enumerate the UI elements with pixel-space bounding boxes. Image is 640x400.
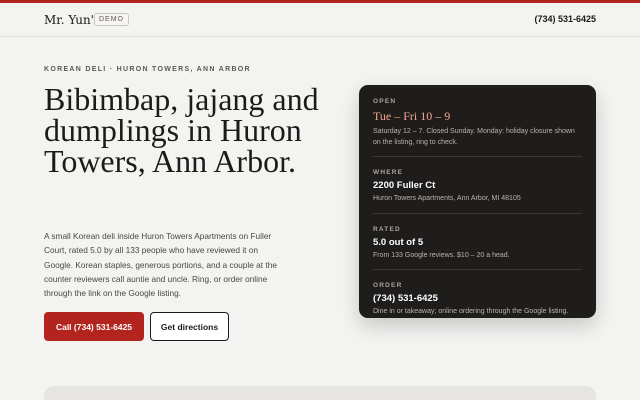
info-order-label: ORDER [373,282,403,289]
site-header: Mr. Yun's DEMO (734) 531-6425 [0,3,640,37]
call-button[interactable]: Call (734) 531-6425 [44,312,144,341]
hero-description: A small Korean deli inside Huron Towers … [44,231,277,299]
info-open-label: OPEN [373,98,397,105]
info-open-note: Saturday 12 – 7. Closed Sunday. Monday: … [373,128,575,146]
info-order-phone: (734) 531-6425 [373,293,438,304]
info-rated-value: 5.0 out of 5 [373,236,424,248]
info-rated-note: From 133 Google reviews. $10 – 20 a head… [373,251,510,259]
info-order-note: Dine in or takeaway; online ordering thr… [373,308,569,315]
demo-badge: DEMO [94,13,129,26]
info-rated-section: RATED 5.0 out of 5 From 133 Google revie… [373,214,582,270]
hero-eyebrow: KOREAN DELI · HURON TOWERS, ANN ARBOR [44,66,251,73]
next-section-panel [44,386,596,400]
info-card: OPEN Tue – Fri 10 – 9 Saturday 12 – 7. C… [359,85,596,318]
info-where-section: WHERE 2200 Fuller Ct Huron Towers Apartm… [373,157,582,214]
page-title: Bibimbap, jajang and dumplings in Huron … [44,81,319,179]
header-phone-link[interactable]: (734) 531-6425 [534,14,596,24]
brand-logo-link[interactable]: Mr. Yun's [44,13,100,27]
info-rated-label: RATED [373,225,401,233]
info-open-hours: Tue – Fri 10 – 9 [373,109,451,123]
info-where-note: Huron Towers Apartments, Ann Arbor, MI 4… [373,195,521,202]
get-directions-button[interactable]: Get directions [150,312,229,341]
info-where-address: 2200 Fuller Ct [373,180,436,191]
info-open-section: OPEN Tue – Fri 10 – 9 Saturday 12 – 7. C… [373,85,582,157]
info-where-label: WHERE [373,169,404,176]
info-order-section: ORDER (734) 531-6425 Dine in or takeaway… [373,270,582,326]
